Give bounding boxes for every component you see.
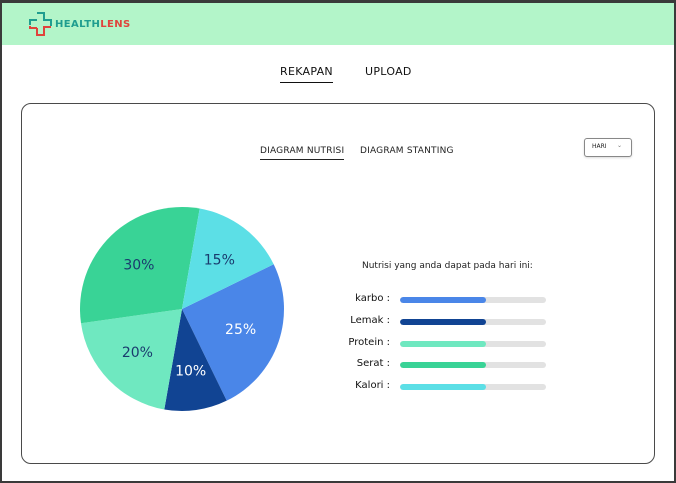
logo-text-lens: LENS (100, 18, 131, 30)
progress-fill (400, 384, 487, 390)
logo[interactable]: HEALTHLENS (28, 11, 131, 37)
period-select[interactable]: HARI ⌄ (584, 138, 632, 157)
progress-fill (400, 319, 487, 325)
progress-bar (400, 319, 546, 325)
pie-slice-label: 20% (122, 345, 153, 361)
nutrition-label: Lemak : (350, 315, 390, 326)
app-window: HEALTHLENS REKAPAN UPLOAD DIAGRAM NUTRIS… (2, 3, 674, 481)
nutrition-label: Serat : (356, 358, 390, 369)
health-cross-icon (29, 12, 52, 36)
pie-slice-label: 30% (123, 257, 154, 273)
chevron-down-icon: ⌄ (617, 142, 623, 149)
nutrition-label: karbo : (355, 293, 390, 304)
nutrition-label: Protein : (348, 337, 390, 348)
progress-bar (400, 384, 546, 390)
nutrition-label: Kalori : (355, 380, 390, 391)
main-nav: REKAPAN UPLOAD (2, 65, 674, 87)
chart-card: DIAGRAM NUTRISI DIAGRAM STANTING HARI ⌄ … (21, 103, 655, 464)
nutrition-row: Serat : (322, 358, 562, 372)
tab-diagram-nutrisi[interactable]: DIAGRAM NUTRISI (260, 146, 345, 160)
nutrition-row: Kalori : (322, 380, 562, 394)
pie-slice-label: 15% (204, 252, 235, 268)
progress-bar (400, 362, 546, 368)
pie-slice-label: 25% (225, 322, 256, 338)
tab-upload[interactable]: UPLOAD (365, 65, 412, 82)
logo-text-health: HEALTH (55, 18, 101, 30)
tab-diagram-stanting[interactable]: DIAGRAM STANTING (360, 146, 454, 159)
header-bar: HEALTHLENS (2, 3, 674, 45)
period-select-value: HARI (592, 143, 607, 150)
progress-fill (400, 297, 487, 303)
nutrition-row: Protein : (322, 337, 562, 351)
logo-text: HEALTHLENS (55, 19, 131, 30)
nutrition-row: Lemak : (322, 315, 562, 329)
progress-fill (400, 362, 487, 368)
nutrition-title: Nutrisi yang anda dapat pada hari ini: (362, 261, 533, 271)
nutrition-pie-chart: 25% 10% 20% 30% 15% (79, 206, 284, 411)
progress-fill (400, 341, 487, 347)
pie-slice-label: 10% (175, 363, 206, 379)
progress-bar (400, 341, 546, 347)
progress-bar (400, 297, 546, 303)
tab-rekapan[interactable]: REKAPAN (280, 65, 333, 83)
nutrition-row: karbo : (322, 293, 562, 307)
